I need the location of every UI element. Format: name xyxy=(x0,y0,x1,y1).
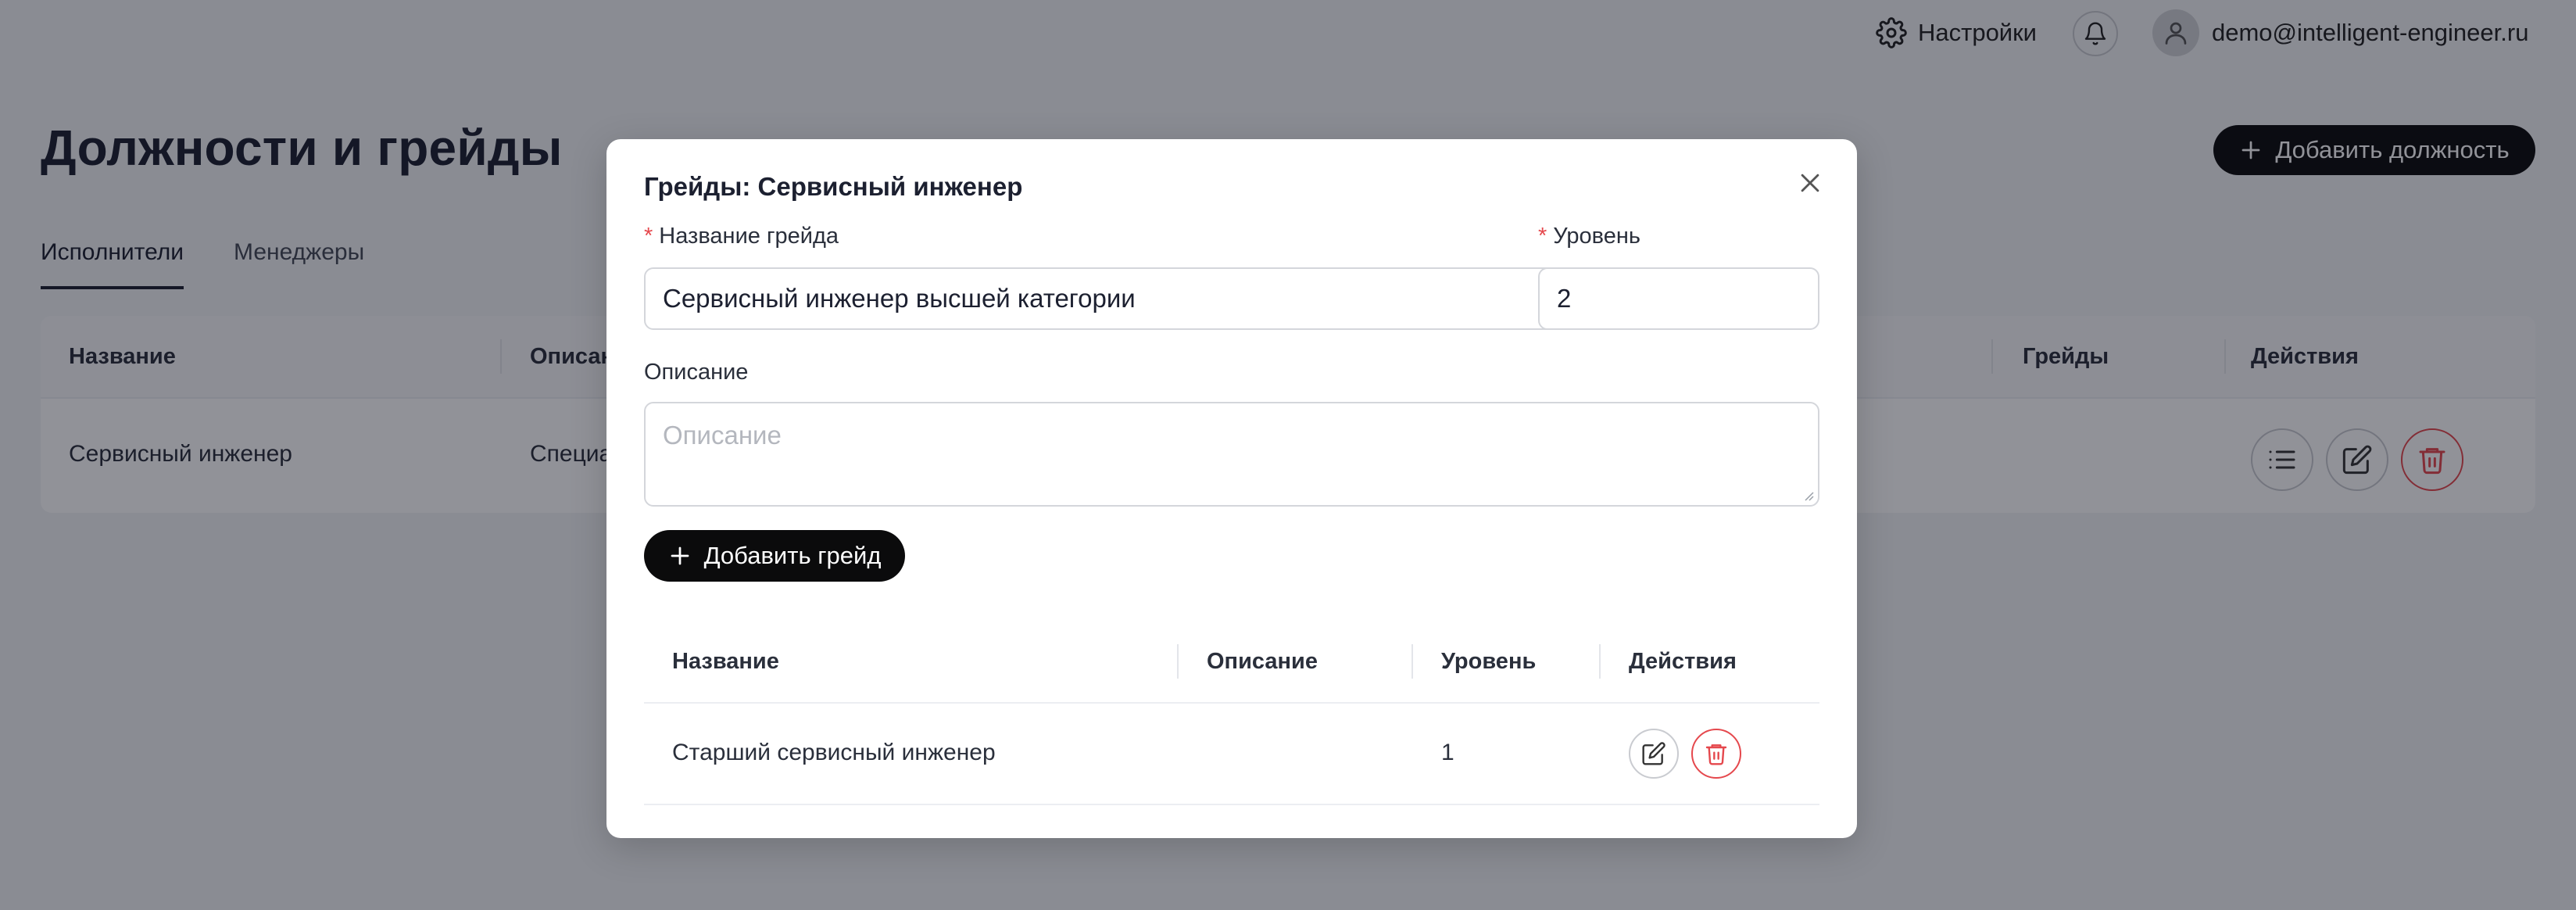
level-label: * Уровень xyxy=(1538,224,1641,249)
required-mark: * xyxy=(644,224,653,249)
grades-modal: Грейды: Сервисный инженер * Название грей… xyxy=(606,139,1857,838)
description-label: Описание xyxy=(644,360,749,385)
grade-name-input[interactable]: Сервисный инженер высшей категории xyxy=(644,267,1677,330)
column-header-name: Название xyxy=(672,649,779,674)
add-grade-label: Добавить грейд xyxy=(703,542,882,569)
column-separator xyxy=(1177,644,1179,679)
close-button[interactable] xyxy=(1793,166,1827,200)
grades-table: Название Описание Уровень Действия Старш… xyxy=(644,619,1819,818)
edit-grade-button[interactable] xyxy=(1629,729,1679,779)
resize-grip-icon[interactable] xyxy=(1802,489,1815,502)
grade-row-name: Старший сервисный инженер xyxy=(672,740,996,765)
level-input[interactable]: 2 xyxy=(1538,267,1819,330)
column-header-level: Уровень xyxy=(1441,649,1537,674)
plus-icon xyxy=(671,546,689,565)
required-mark: * xyxy=(1538,224,1547,249)
edit-icon xyxy=(1642,742,1665,765)
grade-row-level: 1 xyxy=(1441,740,1454,765)
modal-title: Грейды: Сервисный инженер xyxy=(644,172,1023,201)
table-row: Старший сервисный инженер 1 xyxy=(644,704,1819,805)
column-header-description: Описание xyxy=(1207,649,1318,674)
description-placeholder: Описание xyxy=(663,421,782,450)
trash-icon xyxy=(1705,744,1727,765)
grade-name-label: * Название грейда xyxy=(644,224,839,249)
column-header-actions: Действия xyxy=(1629,649,1737,674)
close-icon xyxy=(1801,174,1819,192)
description-textarea[interactable]: Описание xyxy=(644,402,1819,507)
column-separator xyxy=(1411,644,1413,679)
column-separator xyxy=(1599,644,1601,679)
table-header: Название Описание Уровень Действия xyxy=(644,619,1819,704)
delete-grade-button[interactable] xyxy=(1691,729,1741,779)
add-grade-button[interactable]: Добавить грейд xyxy=(644,530,905,582)
